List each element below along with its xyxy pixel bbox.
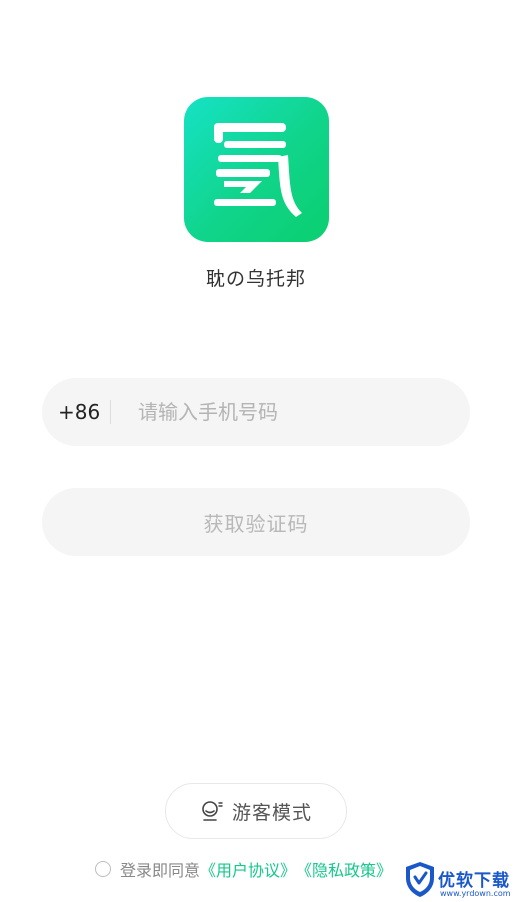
guest-mode-button[interactable]: 游客模式 xyxy=(165,783,347,839)
agree-checkbox[interactable] xyxy=(95,861,111,877)
app-logo-icon xyxy=(184,97,329,242)
watermark-url: www.yrdown.com xyxy=(440,889,511,898)
user-agreement-link[interactable]: 《用户协议》 xyxy=(200,857,296,881)
agreement-row: 登录即同意 《用户协议》 《隐私政策》 xyxy=(95,858,392,880)
watermark: 优软下载 www.yrdown.com xyxy=(404,860,518,902)
agreement-prefix: 登录即同意 xyxy=(120,861,201,880)
watermark-title: 优软下载 xyxy=(438,871,510,891)
shield-logo-icon xyxy=(406,862,434,897)
phone-field[interactable]: +86 xyxy=(42,378,470,446)
field-divider xyxy=(110,400,111,424)
guest-mode-icon xyxy=(202,801,223,821)
get-verification-code-button[interactable]: 获取验证码 xyxy=(42,488,470,556)
country-code[interactable]: +86 xyxy=(58,378,100,446)
phone-input[interactable] xyxy=(138,378,448,446)
login-screen: 耽の乌托邦 +86 获取验证码 游客模式 登录即同意 《用户协议》 《隐私政策》… xyxy=(0,0,518,902)
guest-mode-label: 游客模式 xyxy=(231,802,312,824)
privacy-policy-link[interactable]: 《隐私政策》 xyxy=(296,857,392,881)
app-name: 耽の乌托邦 xyxy=(205,268,306,290)
